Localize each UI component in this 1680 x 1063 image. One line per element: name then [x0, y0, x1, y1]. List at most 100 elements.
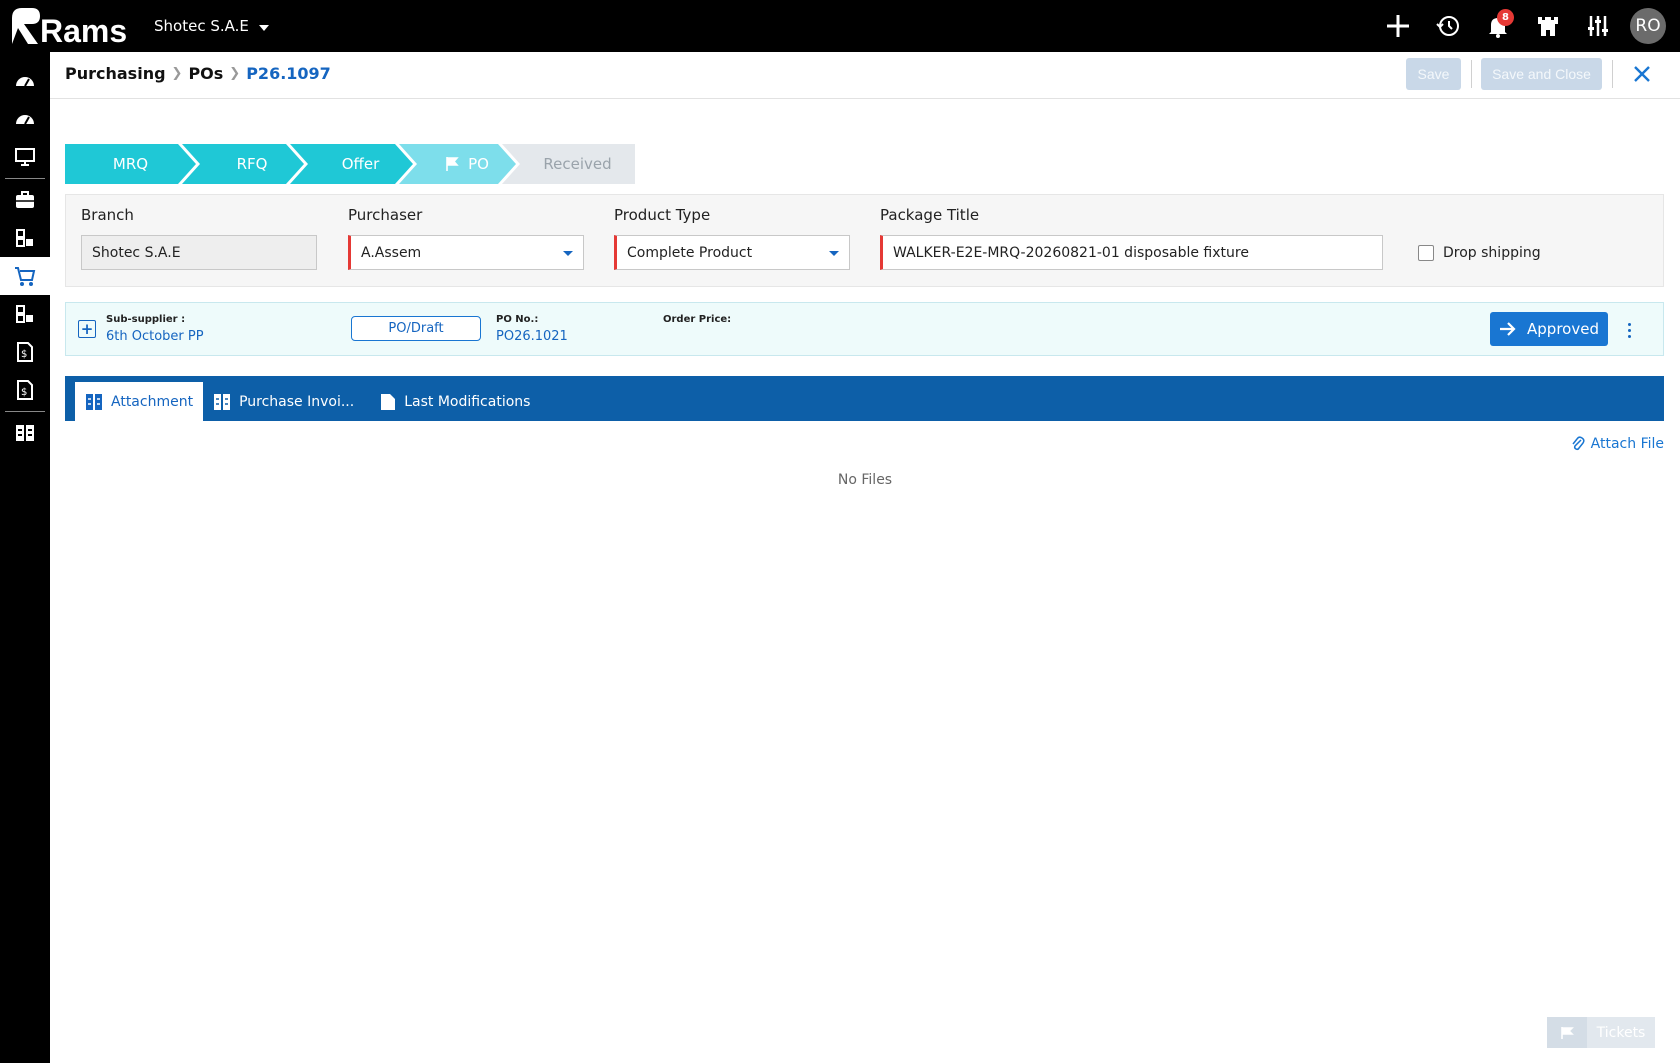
- sidebar-item-products[interactable]: [0, 219, 50, 257]
- product-type-label: Product Type: [614, 206, 711, 224]
- history-button[interactable]: [1430, 8, 1466, 44]
- logo-text: Rams: [40, 13, 127, 48]
- binder-icon: [86, 393, 102, 410]
- sidebar-item-payments[interactable]: $: [0, 371, 50, 409]
- tickets-button[interactable]: Tickets: [1547, 1017, 1655, 1048]
- sidebar-item-briefcase[interactable]: [0, 181, 50, 219]
- briefcase-icon: [16, 191, 34, 208]
- drop-shipping-label: Drop shipping: [1443, 245, 1541, 261]
- attach-file-button[interactable]: Attach File: [1571, 436, 1664, 452]
- purchaser-label: Purchaser: [348, 206, 423, 224]
- add-button[interactable]: [1380, 8, 1416, 44]
- sidebar-item-monitor[interactable]: [0, 138, 50, 176]
- gauge-icon: [16, 77, 34, 87]
- approved-button[interactable]: Approved: [1490, 312, 1608, 346]
- cart-icon: [15, 267, 36, 286]
- sidebar-item-purchasing[interactable]: [0, 257, 50, 295]
- close-icon: [1634, 66, 1650, 82]
- attach-file-label: Attach File: [1590, 436, 1664, 452]
- tab-last-modifications-label: Last Modifications: [404, 393, 531, 410]
- gauge-icon: [16, 115, 34, 125]
- sidebar-item-dashboard-2[interactable]: [0, 100, 50, 138]
- company-name: Shotec S.A.E: [154, 17, 249, 35]
- history-icon: [1436, 16, 1459, 36]
- paperclip-icon: [1572, 436, 1585, 451]
- step-po-label: PO: [468, 155, 489, 173]
- sidebar: $ $: [0, 52, 50, 1063]
- sliders-icon: [1588, 16, 1608, 36]
- chevron-down-icon: [829, 251, 839, 256]
- boxes-icon: [16, 305, 33, 323]
- svg-text:$: $: [21, 349, 27, 360]
- sub-supplier-value[interactable]: 6th October PP: [106, 329, 204, 344]
- product-type-select[interactable]: Complete Product: [614, 235, 850, 270]
- app-logo[interactable]: Rams: [10, 4, 130, 48]
- package-title-label: Package Title: [880, 206, 980, 224]
- tab-purchase-invoices[interactable]: Purchase Invoi...: [203, 382, 364, 421]
- package-title-input[interactable]: WALKER-E2E-MRQ-20260821-01 disposable fi…: [880, 235, 1383, 270]
- save-and-close-button[interactable]: Save and Close: [1481, 58, 1602, 90]
- notifications-button[interactable]: 8: [1480, 8, 1516, 44]
- tab-last-modifications[interactable]: Last Modifications: [370, 382, 540, 421]
- sub-supplier-label: Sub-supplier :: [106, 314, 186, 325]
- plus-icon: [1387, 15, 1409, 37]
- breadcrumb-pos[interactable]: POs: [188, 64, 223, 83]
- product-type-value: Complete Product: [627, 244, 753, 261]
- money-document-icon: $: [17, 342, 33, 362]
- flag-icon: [446, 157, 459, 171]
- supplier-row: + Sub-supplier : 6th October PP PO/Draft…: [65, 302, 1664, 356]
- tab-attachment[interactable]: Attachment: [75, 382, 204, 421]
- breadcrumb: Purchasing ❯ POs ❯ P26.1097: [65, 64, 331, 83]
- castle-button[interactable]: [1530, 8, 1566, 44]
- sidebar-item-inventory[interactable]: [0, 295, 50, 333]
- monitor-icon: [15, 148, 35, 166]
- sidebar-item-invoices[interactable]: $: [0, 333, 50, 371]
- sidebar-divider: [5, 411, 45, 412]
- branch-label: Branch: [81, 206, 134, 224]
- header-divider: [1612, 60, 1613, 88]
- sidebar-item-dashboard[interactable]: [0, 62, 50, 100]
- drop-shipping-checkbox[interactable]: [1418, 245, 1434, 261]
- chevron-down-icon: [258, 25, 269, 31]
- empty-state: No Files: [837, 472, 893, 488]
- expand-plus-icon[interactable]: +: [78, 320, 96, 338]
- purchaser-value: A.Assem: [361, 244, 422, 261]
- step-mrq[interactable]: MRQ: [65, 144, 196, 184]
- sidebar-divider: [5, 178, 45, 179]
- close-button[interactable]: [1628, 60, 1656, 88]
- grid-report-icon: [16, 425, 34, 441]
- page-header: Purchasing ❯ POs ❯ P26.1097 Save Save an…: [50, 52, 1680, 99]
- top-bar: Rams Shotec S.A.E 8 RO: [0, 0, 1680, 52]
- breadcrumb-current: P26.1097: [246, 64, 331, 83]
- branch-field: Shotec S.A.E: [81, 235, 317, 270]
- approved-label: Approved: [1527, 320, 1599, 338]
- flag-icon: [1547, 1017, 1587, 1048]
- purchaser-select[interactable]: A.Assem: [348, 235, 584, 270]
- tab-purchase-invoices-label: Purchase Invoi...: [239, 393, 355, 410]
- step-offer[interactable]: Offer: [308, 144, 413, 184]
- header-divider: [1471, 60, 1472, 88]
- notification-badge: 8: [1497, 9, 1514, 26]
- tab-attachment-label: Attachment: [111, 393, 194, 410]
- user-avatar[interactable]: RO: [1630, 8, 1666, 44]
- document-icon: [381, 393, 396, 410]
- step-po[interactable]: PO: [417, 144, 516, 184]
- binder-icon: [214, 393, 231, 410]
- company-switcher[interactable]: Shotec S.A.E: [154, 17, 269, 35]
- boxes-icon: [16, 229, 33, 247]
- step-received[interactable]: Received: [520, 144, 635, 184]
- settings-button[interactable]: [1580, 8, 1616, 44]
- breadcrumb-purchasing[interactable]: Purchasing: [65, 64, 166, 83]
- money-document-icon: $: [17, 380, 33, 400]
- po-header-form: Branch Shotec S.A.E Purchaser A.Assem Pr…: [65, 194, 1664, 287]
- drop-shipping-option[interactable]: Drop shipping: [1418, 245, 1541, 261]
- po-no-value[interactable]: PO26.1021: [496, 329, 568, 344]
- save-button[interactable]: Save: [1406, 58, 1461, 90]
- more-options-icon[interactable]: [1619, 318, 1639, 342]
- step-rfq[interactable]: RFQ: [200, 144, 304, 184]
- tickets-label: Tickets: [1587, 1017, 1655, 1048]
- sidebar-item-reports[interactable]: [0, 414, 50, 452]
- status-badge: PO/Draft: [351, 316, 481, 341]
- order-price-label: Order Price:: [663, 314, 732, 325]
- tabs-bar: Attachment Purchase Invoi... Last Modifi…: [65, 376, 1664, 421]
